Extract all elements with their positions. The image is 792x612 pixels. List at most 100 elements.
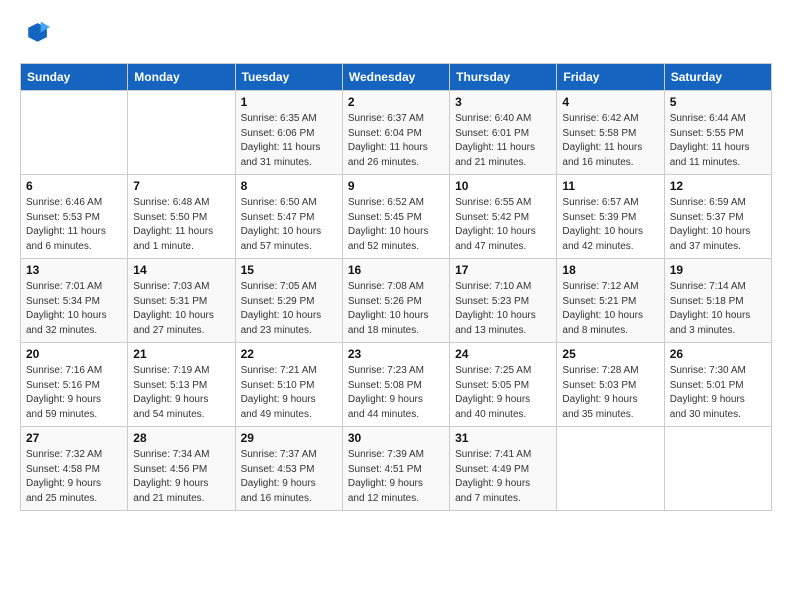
calendar-cell [557,427,664,511]
day-number: 2 [348,95,444,109]
day-info: Sunrise: 6:35 AM Sunset: 6:06 PM Dayligh… [241,112,337,170]
day-number: 18 [562,263,658,277]
calendar-cell: 23 Sunrise: 7:23 AM Sunset: 5:08 PM Dayli… [342,343,449,427]
calendar-cell: 25 Sunrise: 7:28 AM Sunset: 5:03 PM Dayli… [557,343,664,427]
day-info: Sunrise: 7:34 AM Sunset: 4:56 PM Dayligh… [133,448,229,506]
day-number: 13 [26,263,122,277]
calendar-cell: 26Sunrise: 7:30 AM Sunset: 5:01 PM Dayli… [664,343,771,427]
day-number: 23 [348,347,444,361]
calendar-week-row: 13 Sunrise: 7:01 AM Sunset: 5:34 PM Dayli… [21,259,772,343]
calendar-cell: 15 Sunrise: 7:05 AM Sunset: 5:29 PM Dayli… [235,259,342,343]
calendar-cell: 13 Sunrise: 7:01 AM Sunset: 5:34 PM Dayli… [21,259,128,343]
calendar-cell [128,91,235,175]
day-info: Sunrise: 6:59 AM Sunset: 5:37 PM Dayligh… [670,196,766,254]
day-number: 29 [241,431,337,445]
weekday-header: Thursday [450,64,557,91]
calendar-week-row: 1 Sunrise: 6:35 AM Sunset: 6:06 PM Daylig… [21,91,772,175]
calendar-cell: 2 Sunrise: 6:37 AM Sunset: 6:04 PM Daylig… [342,91,449,175]
weekday-header: Saturday [664,64,771,91]
day-info: Sunrise: 7:10 AM Sunset: 5:23 PM Dayligh… [455,280,551,338]
calendar-cell: 19 Sunrise: 7:14 AM Sunset: 5:18 PM Dayli… [664,259,771,343]
calendar-cell: 10 Sunrise: 6:55 AM Sunset: 5:42 PM Dayli… [450,175,557,259]
day-info: Sunrise: 6:52 AM Sunset: 5:45 PM Dayligh… [348,196,444,254]
calendar-cell: 17 Sunrise: 7:10 AM Sunset: 5:23 PM Dayli… [450,259,557,343]
weekday-header: Friday [557,64,664,91]
calendar-cell: 21 Sunrise: 7:19 AM Sunset: 5:13 PM Dayli… [128,343,235,427]
calendar-cell: 30 Sunrise: 7:39 AM Sunset: 4:51 PM Dayli… [342,427,449,511]
day-info: Sunrise: 7:14 AM Sunset: 5:18 PM Dayligh… [670,280,766,338]
day-number: 9 [348,179,444,193]
calendar-cell: 18 Sunrise: 7:12 AM Sunset: 5:21 PM Dayli… [557,259,664,343]
day-number: 17 [455,263,551,277]
calendar-cell: 27 Sunrise: 7:32 AM Sunset: 4:58 PM Dayli… [21,427,128,511]
calendar-cell: 5Sunrise: 6:44 AM Sunset: 5:55 PM Daylig… [664,91,771,175]
day-number: 25 [562,347,658,361]
day-number: 8 [241,179,337,193]
day-info: Sunrise: 6:40 AM Sunset: 6:01 PM Dayligh… [455,112,551,170]
calendar-cell: 29 Sunrise: 7:37 AM Sunset: 4:53 PM Dayli… [235,427,342,511]
calendar-cell: 9 Sunrise: 6:52 AM Sunset: 5:45 PM Daylig… [342,175,449,259]
calendar-cell [664,427,771,511]
day-info: Sunrise: 7:08 AM Sunset: 5:26 PM Dayligh… [348,280,444,338]
calendar-week-row: 6 Sunrise: 6:46 AM Sunset: 5:53 PM Daylig… [21,175,772,259]
day-number: 28 [133,431,229,445]
day-number: 11 [562,179,658,193]
day-number: 21 [133,347,229,361]
calendar-cell: 22 Sunrise: 7:21 AM Sunset: 5:10 PM Dayli… [235,343,342,427]
calendar-cell: 14 Sunrise: 7:03 AM Sunset: 5:31 PM Dayli… [128,259,235,343]
day-info: Sunrise: 7:28 AM Sunset: 5:03 PM Dayligh… [562,364,658,422]
day-info: Sunrise: 6:48 AM Sunset: 5:50 PM Dayligh… [133,196,229,254]
day-info: Sunrise: 7:37 AM Sunset: 4:53 PM Dayligh… [241,448,337,506]
calendar-cell: 8 Sunrise: 6:50 AM Sunset: 5:47 PM Daylig… [235,175,342,259]
day-info: Sunrise: 7:23 AM Sunset: 5:08 PM Dayligh… [348,364,444,422]
calendar-cell: 28 Sunrise: 7:34 AM Sunset: 4:56 PM Dayli… [128,427,235,511]
day-info: Sunrise: 6:46 AM Sunset: 5:53 PM Dayligh… [26,196,122,254]
day-number: 16 [348,263,444,277]
day-number: 1 [241,95,337,109]
calendar-cell [21,91,128,175]
day-number: 19 [670,263,766,277]
calendar-cell: 11Sunrise: 6:57 AM Sunset: 5:39 PM Dayli… [557,175,664,259]
day-info: Sunrise: 7:12 AM Sunset: 5:21 PM Dayligh… [562,280,658,338]
day-info: Sunrise: 7:41 AM Sunset: 4:49 PM Dayligh… [455,448,551,506]
calendar-cell: 1 Sunrise: 6:35 AM Sunset: 6:06 PM Daylig… [235,91,342,175]
day-number: 30 [348,431,444,445]
day-number: 14 [133,263,229,277]
day-info: Sunrise: 7:19 AM Sunset: 5:13 PM Dayligh… [133,364,229,422]
weekday-header: Tuesday [235,64,342,91]
weekday-header: Wednesday [342,64,449,91]
day-number: 20 [26,347,122,361]
calendar-cell: 12 Sunrise: 6:59 AM Sunset: 5:37 PM Dayli… [664,175,771,259]
calendar-cell: 3Sunrise: 6:40 AM Sunset: 6:01 PM Daylig… [450,91,557,175]
calendar-cell: 24Sunrise: 7:25 AM Sunset: 5:05 PM Dayli… [450,343,557,427]
weekday-header-row: SundayMondayTuesdayWednesdayThursdayFrid… [21,64,772,91]
day-info: Sunrise: 6:37 AM Sunset: 6:04 PM Dayligh… [348,112,444,170]
logo-icon [22,20,50,48]
calendar-week-row: 27 Sunrise: 7:32 AM Sunset: 4:58 PM Dayli… [21,427,772,511]
day-number: 27 [26,431,122,445]
day-number: 26 [670,347,766,361]
day-info: Sunrise: 6:42 AM Sunset: 5:58 PM Dayligh… [562,112,658,170]
day-info: Sunrise: 7:05 AM Sunset: 5:29 PM Dayligh… [241,280,337,338]
day-number: 22 [241,347,337,361]
day-number: 6 [26,179,122,193]
day-info: Sunrise: 6:50 AM Sunset: 5:47 PM Dayligh… [241,196,337,254]
day-info: Sunrise: 7:03 AM Sunset: 5:31 PM Dayligh… [133,280,229,338]
calendar-cell: 6 Sunrise: 6:46 AM Sunset: 5:53 PM Daylig… [21,175,128,259]
day-info: Sunrise: 7:16 AM Sunset: 5:16 PM Dayligh… [26,364,122,422]
page-header [20,20,772,53]
day-info: Sunrise: 6:55 AM Sunset: 5:42 PM Dayligh… [455,196,551,254]
logo [20,20,50,53]
day-info: Sunrise: 7:21 AM Sunset: 5:10 PM Dayligh… [241,364,337,422]
day-number: 10 [455,179,551,193]
calendar-cell: 31Sunrise: 7:41 AM Sunset: 4:49 PM Dayli… [450,427,557,511]
day-info: Sunrise: 7:39 AM Sunset: 4:51 PM Dayligh… [348,448,444,506]
calendar-table: SundayMondayTuesdayWednesdayThursdayFrid… [20,63,772,511]
day-info: Sunrise: 7:32 AM Sunset: 4:58 PM Dayligh… [26,448,122,506]
day-info: Sunrise: 7:01 AM Sunset: 5:34 PM Dayligh… [26,280,122,338]
day-number: 15 [241,263,337,277]
calendar-cell: 20 Sunrise: 7:16 AM Sunset: 5:16 PM Dayli… [21,343,128,427]
calendar-cell: 4Sunrise: 6:42 AM Sunset: 5:58 PM Daylig… [557,91,664,175]
day-number: 12 [670,179,766,193]
day-info: Sunrise: 7:25 AM Sunset: 5:05 PM Dayligh… [455,364,551,422]
